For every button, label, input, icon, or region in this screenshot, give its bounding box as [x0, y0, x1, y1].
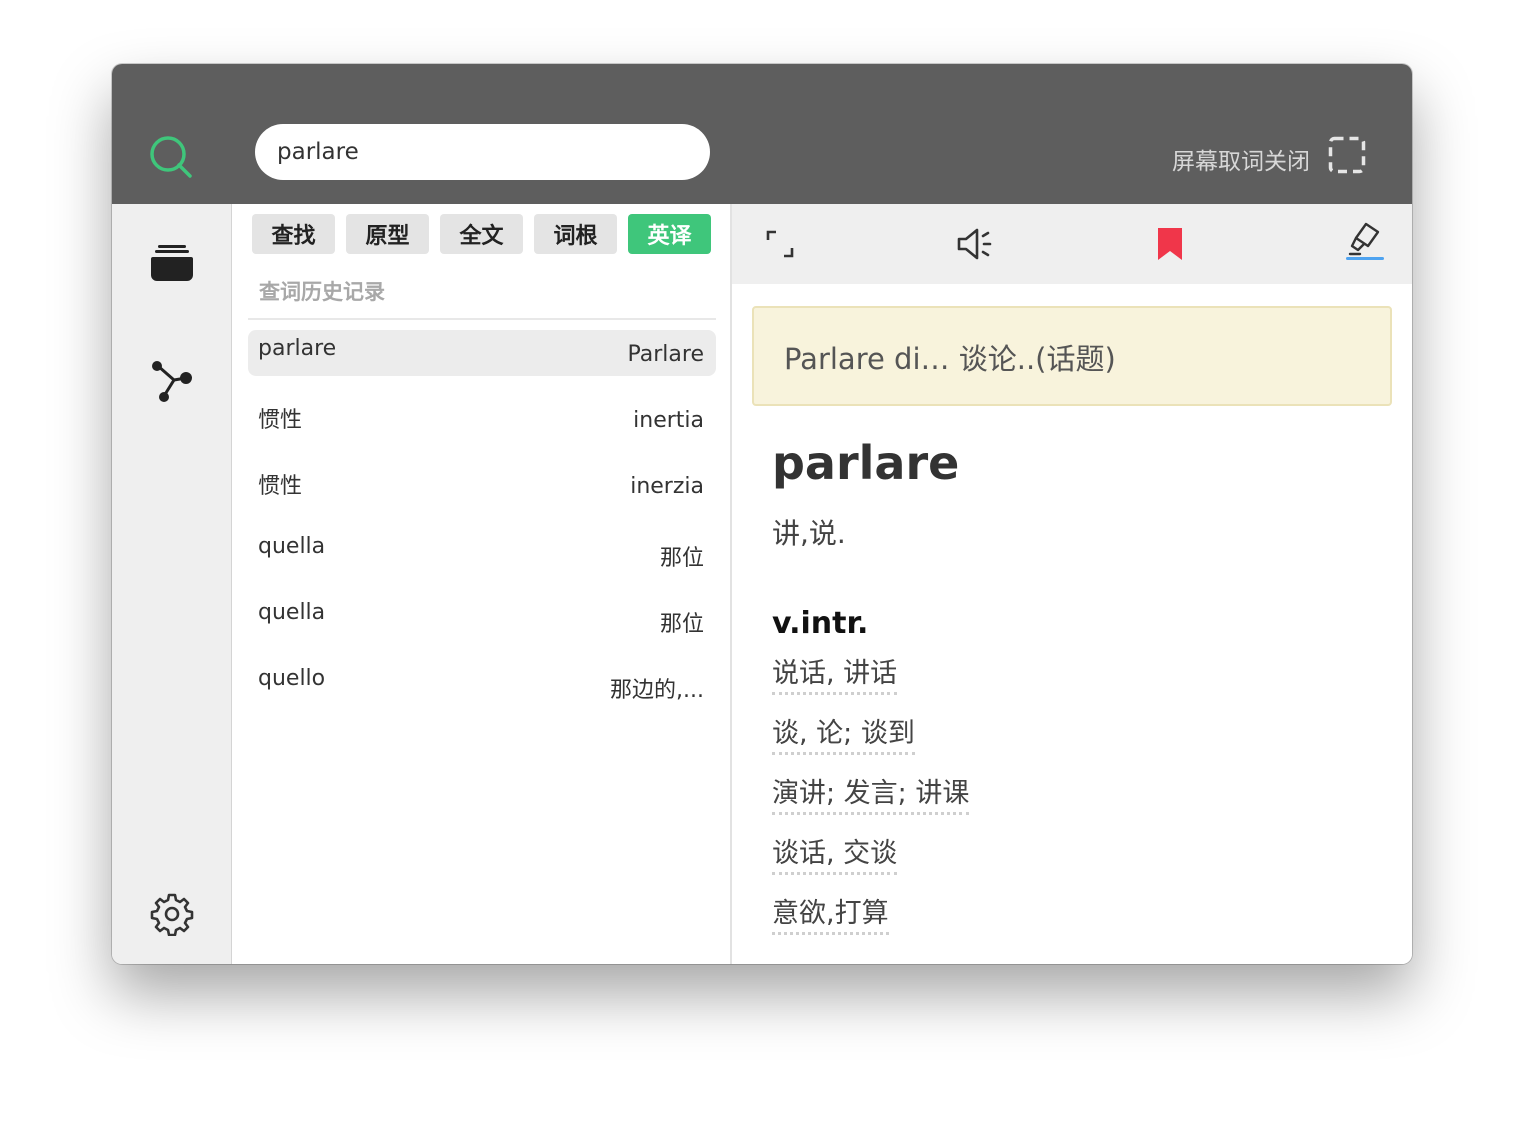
- active-tool-indicator: [1346, 257, 1384, 260]
- history-title: 查词历史记录: [259, 280, 385, 304]
- history-word: 惯性: [258, 474, 303, 499]
- tab-root[interactable]: 词根: [534, 214, 617, 254]
- phrase-text: Parlare di… 谈论..(话题): [784, 342, 1116, 376]
- folder-stack-icon[interactable]: [150, 241, 194, 285]
- history-item[interactable]: quella 那位: [248, 528, 716, 574]
- headword-meaning: 讲,说.: [772, 517, 846, 550]
- definition-toolbar: [732, 204, 1412, 284]
- app-window: 屏幕取词关闭 查找 原型: [112, 64, 1412, 964]
- sense-item[interactable]: 谈话, 交谈: [772, 838, 898, 875]
- search-bar: 屏幕取词关闭: [112, 64, 1412, 204]
- history-item[interactable]: 惯性 inerzia: [248, 462, 716, 508]
- divider: [248, 318, 716, 320]
- sense-item[interactable]: 谈, 论; 谈到: [772, 718, 915, 755]
- highlighter-icon[interactable]: [1346, 220, 1386, 260]
- tab-english[interactable]: 英译: [628, 214, 711, 254]
- sense-item[interactable]: 演讲; 发言; 讲课: [772, 778, 970, 815]
- history-word: quella: [258, 600, 326, 625]
- history-meaning: 那位: [659, 546, 704, 571]
- bookmark-icon[interactable]: [1150, 224, 1190, 264]
- part-of-speech: v.intr.: [772, 606, 869, 641]
- history-meaning: inerzia: [630, 474, 704, 499]
- history-meaning: 那边的,...: [610, 678, 704, 703]
- mode-tabs: 查找 原型 全文 词根 英译: [252, 214, 711, 254]
- history-word: parlare: [258, 336, 337, 361]
- screen-lookup-label[interactable]: 屏幕取词关闭: [1172, 142, 1310, 176]
- definition-panel: Parlare di… 谈论..(话题) parlare 讲,说. v.intr…: [732, 204, 1412, 964]
- tab-lookup[interactable]: 查找: [252, 214, 335, 254]
- history-word: 惯性: [258, 408, 303, 433]
- fullscreen-icon[interactable]: [760, 224, 800, 264]
- sense-list: 说话, 讲话 谈, 论; 谈到 演讲; 发言; 讲课 谈话, 交谈 意欲,打算: [772, 658, 970, 958]
- history-list: parlare Parlare 惯性 inertia 惯性 inerzia qu…: [248, 330, 716, 726]
- history-meaning: inertia: [633, 408, 704, 433]
- dashed-square-icon[interactable]: [1328, 136, 1366, 174]
- history-item[interactable]: quella 那位: [248, 594, 716, 640]
- speaker-icon[interactable]: [954, 224, 994, 264]
- share-node-icon[interactable]: [150, 360, 194, 404]
- gear-icon[interactable]: [150, 892, 194, 936]
- history-item[interactable]: 惯性 inertia: [248, 396, 716, 442]
- sense-item[interactable]: 意欲,打算: [772, 898, 889, 935]
- history-meaning: Parlare: [627, 342, 705, 367]
- history-panel: 查找 原型 全文 词根 英译 查词历史记录 parlare Parlare 惯性…: [232, 204, 732, 964]
- history-word: quello: [258, 666, 326, 691]
- history-word: quella: [258, 534, 326, 559]
- tab-fulltext[interactable]: 全文: [440, 214, 523, 254]
- phrase-callout: Parlare di… 谈论..(话题): [752, 306, 1392, 406]
- tab-lemma[interactable]: 原型: [346, 214, 429, 254]
- history-meaning: 那位: [659, 612, 704, 637]
- search-input[interactable]: [255, 124, 710, 180]
- search-icon[interactable]: [148, 134, 194, 180]
- sidebar-rail: [112, 204, 232, 964]
- history-item[interactable]: quello 那边的,...: [248, 660, 716, 706]
- sense-item[interactable]: 说话, 讲话: [772, 658, 898, 695]
- history-item[interactable]: parlare Parlare: [248, 330, 716, 376]
- headword: parlare: [772, 436, 960, 490]
